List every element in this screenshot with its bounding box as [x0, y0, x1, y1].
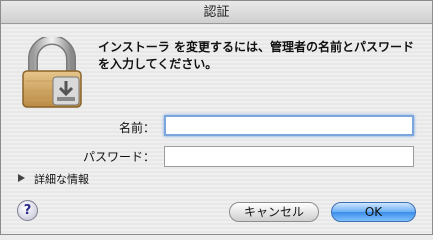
name-label: 名前： — [118, 121, 155, 135]
details-disclosure[interactable]: 詳細な情報 — [18, 171, 89, 187]
disclosure-triangle-icon[interactable] — [18, 174, 25, 182]
title-bar[interactable]: 認証 — [1, 1, 432, 24]
window-title: 認証 — [203, 5, 230, 20]
password-field[interactable] — [164, 146, 414, 167]
cancel-button[interactable]: キャンセル — [229, 202, 319, 222]
name-field[interactable] — [164, 115, 414, 136]
help-button[interactable]: ? — [17, 200, 38, 221]
password-label: パスワード： — [82, 150, 155, 164]
authentication-dialog: 認証 インストーラ を変更するには、管理者の名前とパスワード を入力してください… — [0, 0, 433, 235]
prompt-line-1: インストーラ を変更するには、管理者の名前とパスワード — [98, 40, 414, 54]
lock-icon — [19, 35, 85, 109]
ok-button[interactable]: OK — [331, 202, 416, 222]
details-label: 詳細な情報 — [34, 173, 89, 186]
prompt-message: インストーラ を変更するには、管理者の名前とパスワード を入力してください。 — [98, 39, 424, 73]
prompt-line-2: を入力してください。 — [98, 57, 218, 71]
